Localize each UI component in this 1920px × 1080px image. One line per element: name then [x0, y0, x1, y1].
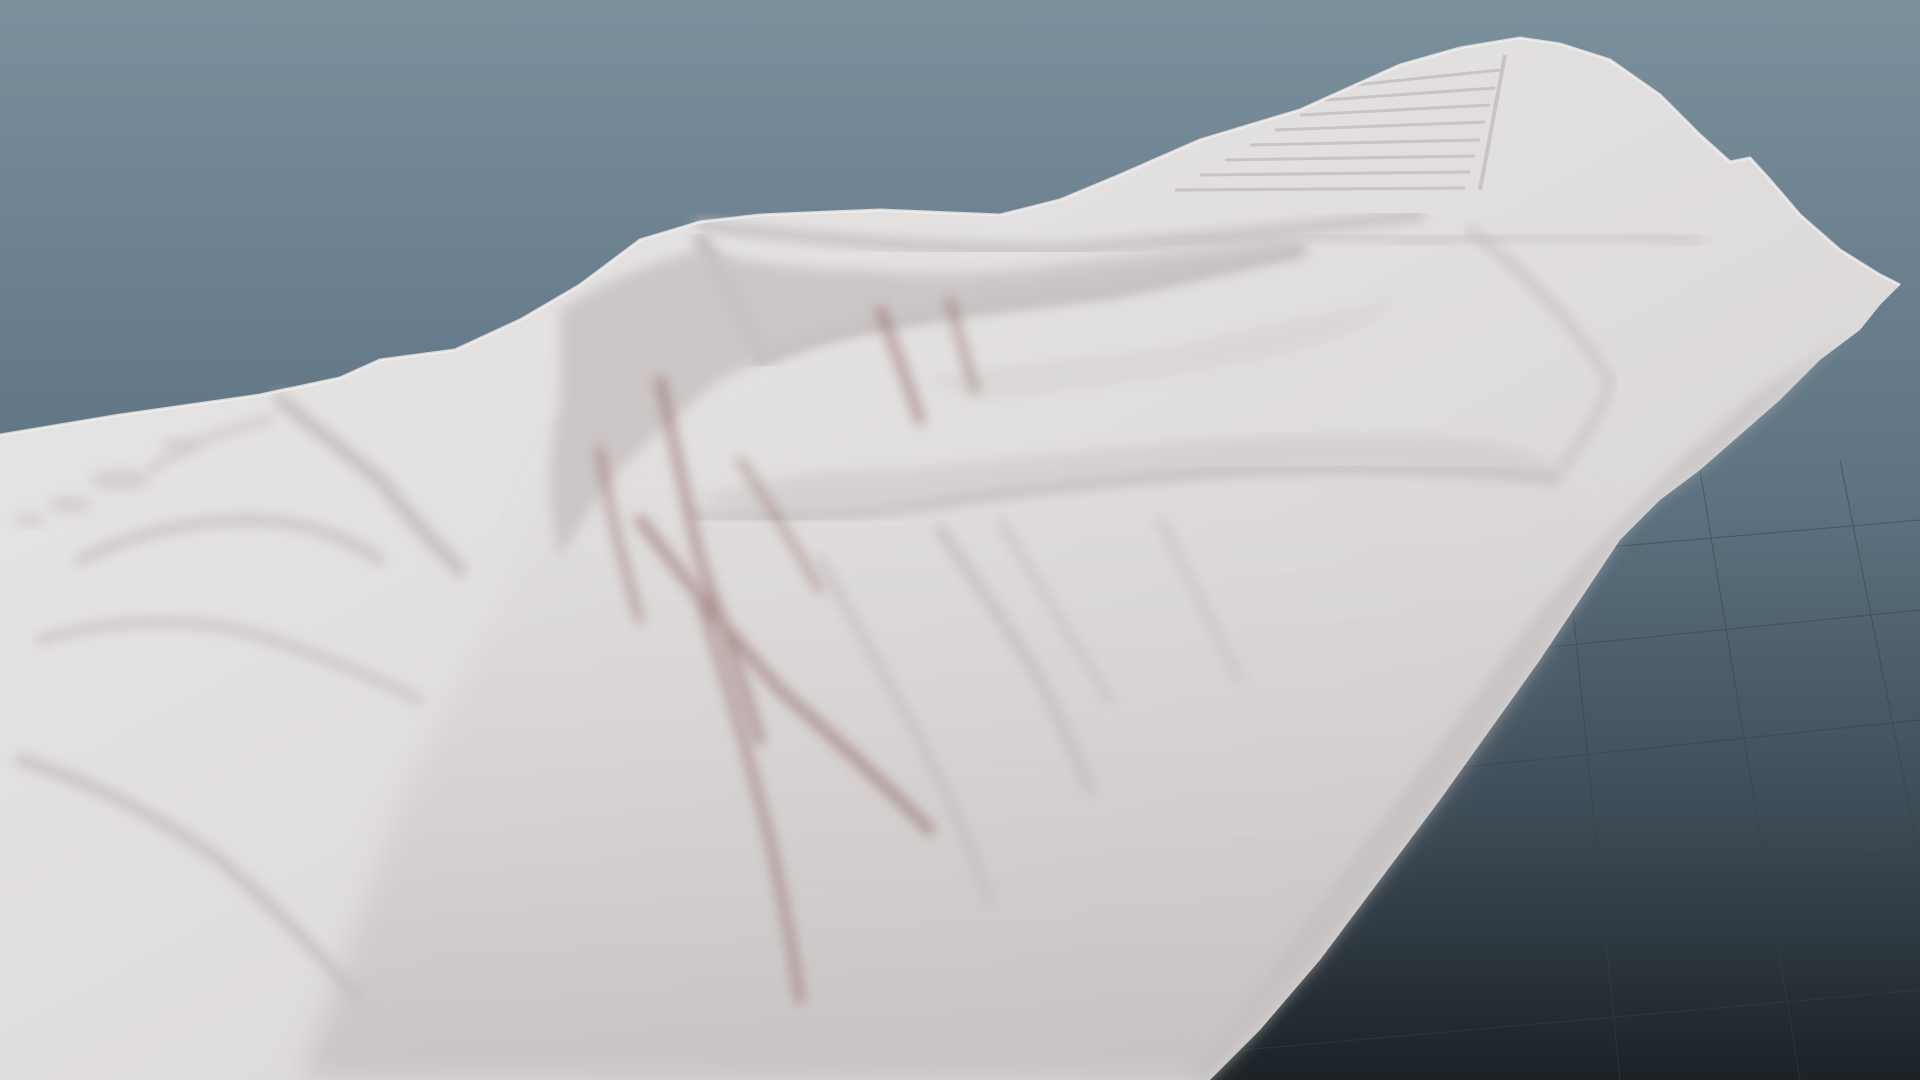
3d-viewport[interactable]	[0, 0, 1920, 1080]
terrain-render	[0, 0, 1920, 1080]
